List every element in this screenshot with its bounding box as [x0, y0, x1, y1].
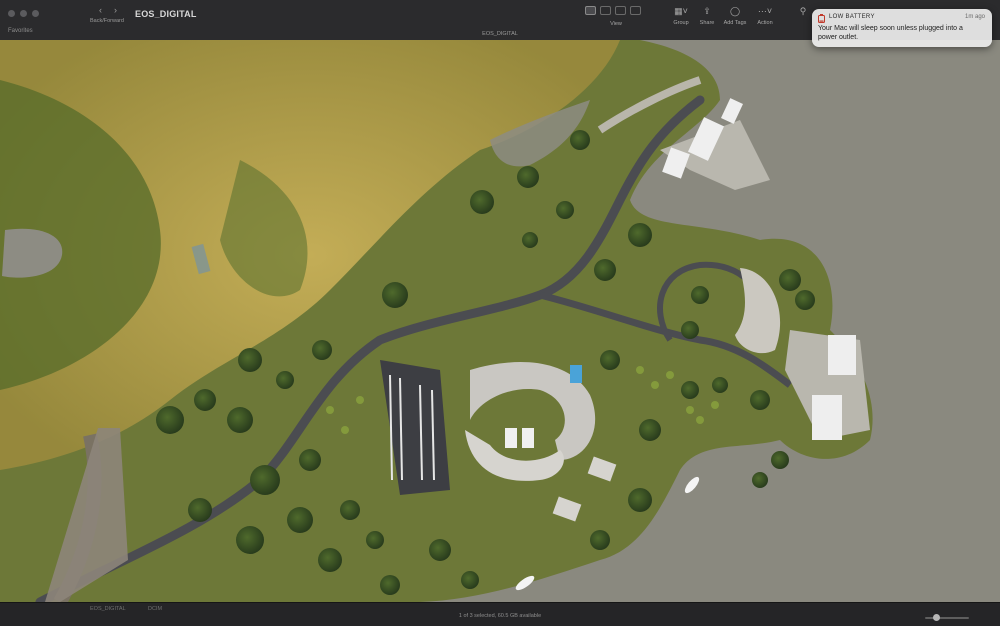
view-mode-control[interactable] [585, 6, 641, 15]
battery-icon [818, 14, 825, 23]
back-forward-label: Back/Forward [90, 18, 124, 24]
east-building-2 [812, 395, 842, 440]
back-arrow-icon[interactable]: ‹ [99, 5, 114, 15]
icon-size-slider[interactable] [925, 617, 969, 619]
icon-view-icon[interactable] [585, 6, 596, 15]
share-button[interactable]: ⇪ Share [696, 6, 718, 32]
pool [570, 365, 582, 383]
search-icon: ⚲ [799, 6, 807, 16]
action-label: Action [757, 20, 773, 26]
group-label: Group [673, 20, 689, 26]
group-button[interactable]: ▦˅ Group [669, 6, 693, 32]
share-icon: ⇪ [703, 6, 711, 16]
path-item-folder[interactable]: DCIM [148, 606, 162, 612]
back-forward-arrows[interactable]: ‹› [99, 5, 129, 15]
notification-title: LOW BATTERY [829, 14, 875, 20]
close-window-button[interactable] [8, 10, 15, 17]
share-label: Share [699, 20, 715, 26]
status-text: 1 of 3 selected, 60.5 GB available [458, 613, 542, 619]
column-view-icon[interactable] [615, 6, 626, 15]
search-button[interactable]: ⚲ [798, 6, 808, 32]
view-label: View [610, 21, 622, 27]
minimize-window-button[interactable] [20, 10, 27, 17]
aerial-render-image [0, 40, 1000, 602]
ellipsis-circle-icon: ⋯˅ [757, 6, 773, 16]
zoom-window-button[interactable] [32, 10, 39, 17]
notification-time: 1m ago [964, 14, 985, 20]
path-item-volume[interactable]: EOS_DIGITAL [90, 606, 126, 612]
gallery-view-icon[interactable] [630, 6, 641, 15]
list-view-icon[interactable] [600, 6, 611, 15]
action-button[interactable]: ⋯˅ Action [753, 6, 777, 32]
add-tags-label: Add Tags [723, 20, 747, 26]
icon-size-slider-knob[interactable] [933, 614, 940, 621]
window-title: EOS_DIGITAL [135, 9, 197, 19]
forward-arrow-icon[interactable]: › [114, 5, 129, 15]
east-building-1 [828, 335, 856, 375]
status-bar: EOS_DIGITAL DCIM 1 of 3 selected, 60.5 G… [0, 602, 1000, 626]
notification-body: Your Mac will sleep soon unless plugged … [818, 25, 963, 41]
finder-window: Favorites ‹› Back/Forward EOS_DIGITAL Vi… [0, 0, 1000, 626]
add-tags-button[interactable]: ◯ Add Tags [719, 6, 751, 32]
group-icon: ▦˅ [674, 6, 688, 16]
image-preview[interactable] [0, 40, 1000, 602]
tag-icon: ◯ [729, 6, 741, 16]
low-battery-notification[interactable]: LOW BATTERY 1m ago Your Mac will sleep s… [812, 9, 992, 47]
